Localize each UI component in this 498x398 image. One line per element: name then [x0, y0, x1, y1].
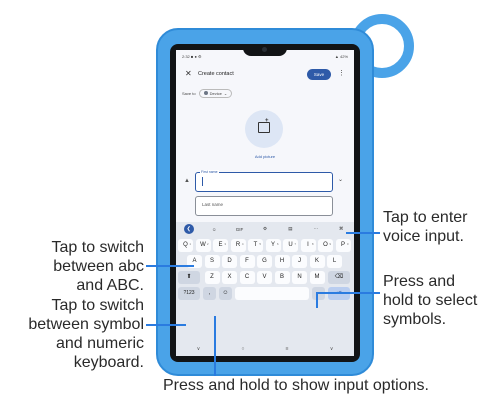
camera-icon	[262, 47, 267, 52]
plus-icon: +	[265, 118, 269, 124]
symbols-key[interactable]: ?123	[178, 287, 200, 300]
keyboard-row-2: A S D F G H J K L	[176, 255, 354, 270]
input-options-callout: Press and hold to show input options.	[163, 377, 429, 394]
back-arrow-icon: ❮	[183, 224, 194, 234]
gif-button[interactable]: GIF	[227, 227, 252, 232]
toolbar-back-button[interactable]: ❮	[176, 224, 201, 234]
key-q[interactable]: Q1	[178, 239, 193, 252]
voice-input-callout-line	[346, 232, 380, 234]
save-to-chip[interactable]: Device ⌄	[198, 88, 233, 98]
keyboard-row-4: ?123 , ☺ . ⇥	[176, 287, 354, 302]
last-name-field[interactable]: Last name	[195, 196, 333, 216]
keyboard-row-1: Q1 W2 E3 R4 T5 Y6 U7 I8 O9 P0	[176, 239, 354, 254]
key-n[interactable]: N	[292, 271, 307, 284]
key-e[interactable]: E3	[213, 239, 228, 252]
tablet-screen: 2:32 ■ ● ⚙ ▲ 42% ✕ Create contact Save ⋮…	[176, 50, 354, 356]
key-v[interactable]: V	[257, 271, 272, 284]
person-icon: ▲	[184, 178, 190, 184]
key-u[interactable]: U7	[283, 239, 298, 252]
last-name-placeholder: Last name	[202, 202, 224, 207]
key-s[interactable]: S	[204, 255, 220, 268]
add-picture-link[interactable]: Add picture	[176, 154, 354, 159]
save-to-label: Save to	[182, 90, 196, 96]
settings-icon[interactable]: ⚙	[252, 226, 277, 232]
expand-name-icon[interactable]: ⌄	[338, 176, 343, 183]
page-title: Create contact	[198, 71, 234, 77]
key-r[interactable]: R4	[230, 239, 246, 252]
sticker-icon[interactable]: ☺	[201, 227, 226, 232]
close-icon[interactable]: ✕	[185, 69, 192, 78]
symbol-switch-callout: Tap to switch between symbol and numeric…	[28, 297, 144, 371]
key-f[interactable]: F	[239, 255, 255, 268]
key-x[interactable]: X	[222, 271, 237, 284]
first-name-field[interactable]: First name	[195, 170, 333, 192]
key-o[interactable]: O9	[318, 239, 333, 252]
keyboard-row-3: ⬆ Z X C V B N M ⌫	[176, 271, 354, 286]
key-m[interactable]: M	[309, 271, 325, 284]
voice-input-callout: Tap to enter voice input.	[383, 209, 468, 245]
app-bar: ✕ Create contact Save ⋮	[176, 64, 354, 86]
recents-icon[interactable]: ≡	[286, 346, 289, 352]
status-right-icons: ▲ 42%	[334, 54, 348, 59]
shift-key[interactable]: ⬆	[178, 271, 200, 284]
symbol-switch-callout-line	[146, 324, 186, 326]
key-t[interactable]: T5	[248, 239, 263, 252]
key-p[interactable]: P0	[335, 239, 351, 252]
key-l[interactable]: L	[327, 255, 342, 268]
backspace-key[interactable]: ⌫	[328, 271, 350, 284]
key-c[interactable]: C	[239, 271, 255, 284]
key-w[interactable]: W2	[195, 239, 211, 252]
text-caret	[202, 177, 203, 186]
key-b[interactable]: B	[274, 271, 290, 284]
navigation-bar: ∨ ○ ≡ ∨	[176, 342, 354, 356]
key-i[interactable]: I8	[300, 239, 316, 252]
key-h[interactable]: H	[274, 255, 290, 268]
on-screen-keyboard: ❮ ☺ GIF ⚙ ▤ ⋯ ⌘ Q1 W2 E3 R4 T5 Y6 U7 I8 …	[176, 222, 354, 356]
key-k[interactable]: K	[309, 255, 325, 268]
save-to-chip-label: Device	[209, 90, 222, 96]
key-g[interactable]: G	[257, 255, 272, 268]
home-icon[interactable]: ○	[241, 346, 244, 352]
more-icon[interactable]: ⋯	[303, 226, 328, 232]
keyboard-switch-icon[interactable]: ∨	[330, 346, 334, 352]
select-symbols-callout-line	[316, 292, 380, 294]
clipboard-icon[interactable]: ▤	[278, 226, 303, 232]
key-j[interactable]: J	[292, 255, 307, 268]
stage: 2:32 ■ ● ⚙ ▲ 42% ✕ Create contact Save ⋮…	[0, 0, 498, 398]
select-symbols-callout-stem	[316, 292, 318, 308]
first-name-label: First name	[200, 170, 219, 174]
case-switch-callout-line	[146, 265, 194, 267]
device-icon	[203, 91, 208, 95]
comma-key[interactable]: ,	[203, 287, 216, 300]
case-switch-callout: Tap to switch between abc and ABC.	[51, 239, 144, 294]
emoji-key[interactable]: ☺	[219, 287, 232, 300]
input-options-callout-line	[214, 316, 216, 376]
key-d[interactable]: D	[222, 255, 237, 268]
key-z[interactable]: Z	[204, 271, 220, 284]
chevron-down-icon: ⌄	[223, 90, 228, 96]
select-symbols-callout: Press and hold to select symbols.	[383, 273, 478, 328]
status-icons: ■ ● ⚙	[190, 54, 202, 59]
status-time: 2:32	[182, 54, 190, 59]
save-to-row: Save to Device ⌄	[182, 88, 233, 98]
keyboard-toolbar: ❮ ☺ GIF ⚙ ▤ ⋯ ⌘	[176, 222, 354, 236]
key-y[interactable]: Y6	[265, 239, 281, 252]
hide-keyboard-icon[interactable]: ∨	[197, 346, 201, 352]
more-options-icon[interactable]: ⋮	[338, 69, 345, 77]
save-button[interactable]: Save	[307, 69, 331, 80]
space-key[interactable]	[235, 287, 309, 300]
